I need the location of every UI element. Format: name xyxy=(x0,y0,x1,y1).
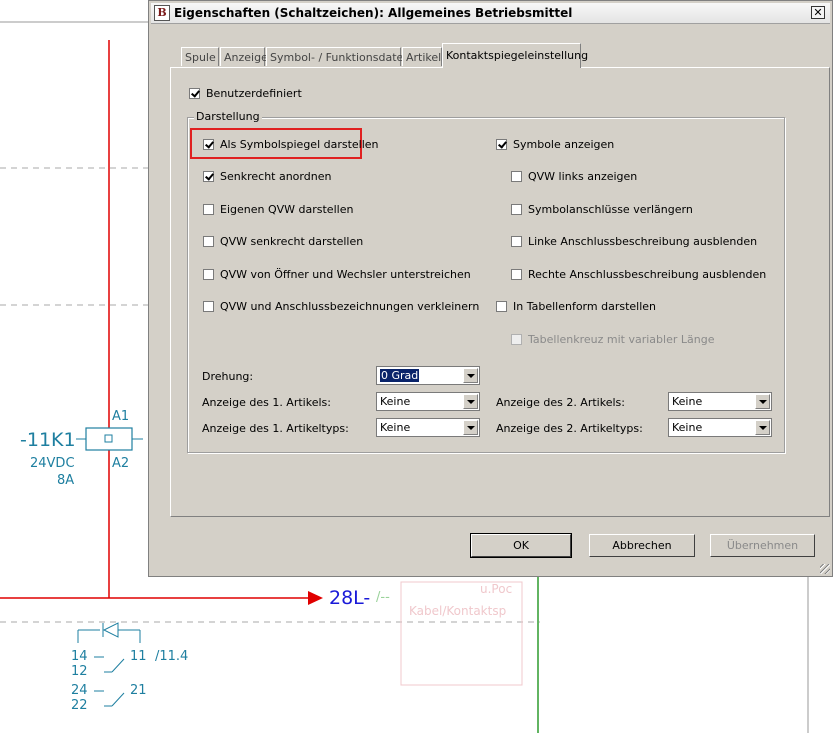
device-current: 8A xyxy=(57,473,75,488)
tab-symbol-funktionsdaten[interactable]: Symbol- / Funktionsdaten xyxy=(266,47,410,66)
checkbox-qvw-unterstreichen[interactable]: QVW von Öffner und Wechsler unterstreich… xyxy=(203,268,471,281)
checkbox-label: Als Symbolspiegel darstellen xyxy=(220,138,379,151)
checkbox-label: In Tabellenform darstellen xyxy=(513,300,657,313)
checkbox-box[interactable] xyxy=(511,334,522,345)
anzeige-artikel-1-select[interactable]: Keine xyxy=(376,392,480,411)
checkbox-eigenen-qvw[interactable]: Eigenen QVW darstellen xyxy=(203,203,353,216)
coil-symbol[interactable] xyxy=(85,427,133,451)
potential-slash: /-- xyxy=(376,590,390,605)
checkbox-box[interactable] xyxy=(203,204,214,215)
checkbox-label: Symbolanschlüsse verlängern xyxy=(528,203,693,216)
checkbox-linke-anschluss[interactable]: Linke Anschlussbeschreibung ausblenden xyxy=(511,235,757,248)
contact-2-terminal-bottom: 22 xyxy=(71,698,88,713)
resize-grip[interactable] xyxy=(820,564,830,574)
checkbox-box[interactable] xyxy=(511,204,522,215)
diode-symbol xyxy=(102,622,119,638)
checkbox-box[interactable] xyxy=(496,301,507,312)
select-value: 0 Grad xyxy=(380,369,420,382)
tab-kontaktspiegeleinstellung[interactable]: Kontaktspiegeleinstellung xyxy=(442,43,588,68)
close-icon[interactable]: ✕ xyxy=(811,6,825,19)
checkbox-label: QVW links anzeigen xyxy=(528,170,638,183)
contact-2-terminal-right: 21 xyxy=(130,683,147,698)
checkbox-tabellenform[interactable]: In Tabellenform darstellen xyxy=(496,300,656,313)
tab-anzeige[interactable]: Anzeige xyxy=(220,47,268,66)
select-value: Keine xyxy=(672,395,703,408)
checkbox-box[interactable] xyxy=(189,88,200,99)
cancel-button[interactable]: Abbrechen xyxy=(589,534,695,557)
ok-button[interactable]: OK xyxy=(470,533,572,558)
checkbox-label: Eigenen QVW darstellen xyxy=(220,203,354,216)
checkbox-box[interactable] xyxy=(511,269,522,280)
checkbox-symbolspiegel[interactable]: Als Symbolspiegel darstellen xyxy=(203,138,379,151)
drehung-select[interactable]: 0 Grad xyxy=(376,366,480,385)
checkbox-box[interactable] xyxy=(511,171,522,182)
checkbox-label: Tabellenkreuz mit variabler Länge xyxy=(528,333,715,346)
anzeige-artikel-1-label: Anzeige des 1. Artikels: xyxy=(202,396,331,409)
select-value: Keine xyxy=(672,421,703,434)
chevron-down-icon[interactable] xyxy=(755,420,770,435)
checkbox-qvw-links[interactable]: QVW links anzeigen xyxy=(511,170,637,183)
checkbox-label: QVW senkrecht darstellen xyxy=(220,235,364,248)
cable-placeholder-box[interactable] xyxy=(400,581,523,686)
anzeige-artikeltyp-1-select[interactable]: Keine xyxy=(376,418,480,437)
contact-1-crossref[interactable]: /11.4 xyxy=(155,649,188,664)
contact-1-blade xyxy=(111,658,125,673)
checkbox-box[interactable] xyxy=(203,236,214,247)
checkbox-label: QVW und Anschlussbezeichnungen verkleine… xyxy=(220,300,480,313)
title-bar[interactable]: B Eigenschaften (Schaltzeichen): Allgeme… xyxy=(151,3,830,24)
checkbox-box[interactable] xyxy=(511,236,522,247)
checkbox-box[interactable] xyxy=(203,171,214,182)
contact-1-terminal-right: 11 xyxy=(130,649,147,664)
checkbox-senkrecht-anordnen[interactable]: Senkrecht anordnen xyxy=(203,170,331,183)
chevron-down-icon[interactable] xyxy=(463,368,478,383)
select-value: Keine xyxy=(380,395,411,408)
potential-label[interactable]: 28L- xyxy=(329,587,370,609)
checkbox-label: Symbole anzeigen xyxy=(513,138,615,151)
checkbox-qvw-senkrecht[interactable]: QVW senkrecht darstellen xyxy=(203,235,363,248)
checkbox-rechte-anschluss[interactable]: Rechte Anschlussbeschreibung ausblenden xyxy=(511,268,766,281)
faded-label-top: u.Poc xyxy=(480,582,513,596)
chevron-down-icon[interactable] xyxy=(463,394,478,409)
coil-terminal-a1: A1 xyxy=(112,409,130,424)
checkbox-verkleinern[interactable]: QVW und Anschlussbezeichnungen verkleine… xyxy=(203,300,479,313)
anzeige-artikeltyp-2-select[interactable]: Keine xyxy=(668,418,772,437)
checkbox-benutzerdefiniert[interactable]: Benutzerdefiniert xyxy=(189,87,302,100)
faded-label-cable: Kabel/Kontaktsp xyxy=(409,604,507,618)
drehung-label: Drehung: xyxy=(202,370,254,383)
checkbox-label: QVW von Öffner und Wechsler unterstreich… xyxy=(220,268,471,281)
contact-1-terminal-bottom: 12 xyxy=(71,664,88,679)
checkbox-label: Rechte Anschlussbeschreibung ausblenden xyxy=(528,268,767,281)
apply-button[interactable]: Übernehmen xyxy=(710,534,815,557)
app-icon: B xyxy=(154,5,170,21)
anzeige-artikel-2-label: Anzeige des 2. Artikels: xyxy=(496,396,625,409)
tab-artikel[interactable]: Artikel xyxy=(402,47,442,66)
checkbox-tabellenkreuz[interactable]: Tabellenkreuz mit variabler Länge xyxy=(511,333,714,346)
checkbox-box[interactable] xyxy=(203,301,214,312)
anzeige-artikeltyp-2-label: Anzeige des 2. Artikeltyps: xyxy=(496,422,643,435)
tab-spule[interactable]: Spule xyxy=(181,47,219,66)
checkbox-anschluesse-verlaengern[interactable]: Symbolanschlüsse verlängern xyxy=(511,203,693,216)
contact-2-blade xyxy=(111,692,125,707)
group-title: Darstellung xyxy=(194,110,262,123)
chevron-down-icon[interactable] xyxy=(755,394,770,409)
anzeige-artikeltyp-1-label: Anzeige des 1. Artikeltyps: xyxy=(202,422,349,435)
checkbox-box[interactable] xyxy=(203,269,214,280)
coil-terminal-a2: A2 xyxy=(112,456,130,471)
contact-1-terminal-left: 14 xyxy=(71,649,88,664)
select-value: Keine xyxy=(380,421,411,434)
dialog-title: Eigenschaften (Schaltzeichen): Allgemein… xyxy=(174,6,573,20)
contact-2-terminal-left: 24 xyxy=(71,683,88,698)
checkbox-symbole-anzeigen[interactable]: Symbole anzeigen xyxy=(496,138,614,151)
checkbox-label: Senkrecht anordnen xyxy=(220,170,332,183)
anzeige-artikel-2-select[interactable]: Keine xyxy=(668,392,772,411)
checkbox-label: Benutzerdefiniert xyxy=(206,87,302,100)
device-voltage: 24VDC xyxy=(30,456,75,471)
device-tag[interactable]: -11K1 xyxy=(20,429,76,451)
checkbox-box[interactable] xyxy=(496,139,507,150)
checkbox-box[interactable] xyxy=(203,139,214,150)
potential-arrow xyxy=(308,591,323,605)
chevron-down-icon[interactable] xyxy=(463,420,478,435)
checkbox-label: Linke Anschlussbeschreibung ausblenden xyxy=(528,235,758,248)
